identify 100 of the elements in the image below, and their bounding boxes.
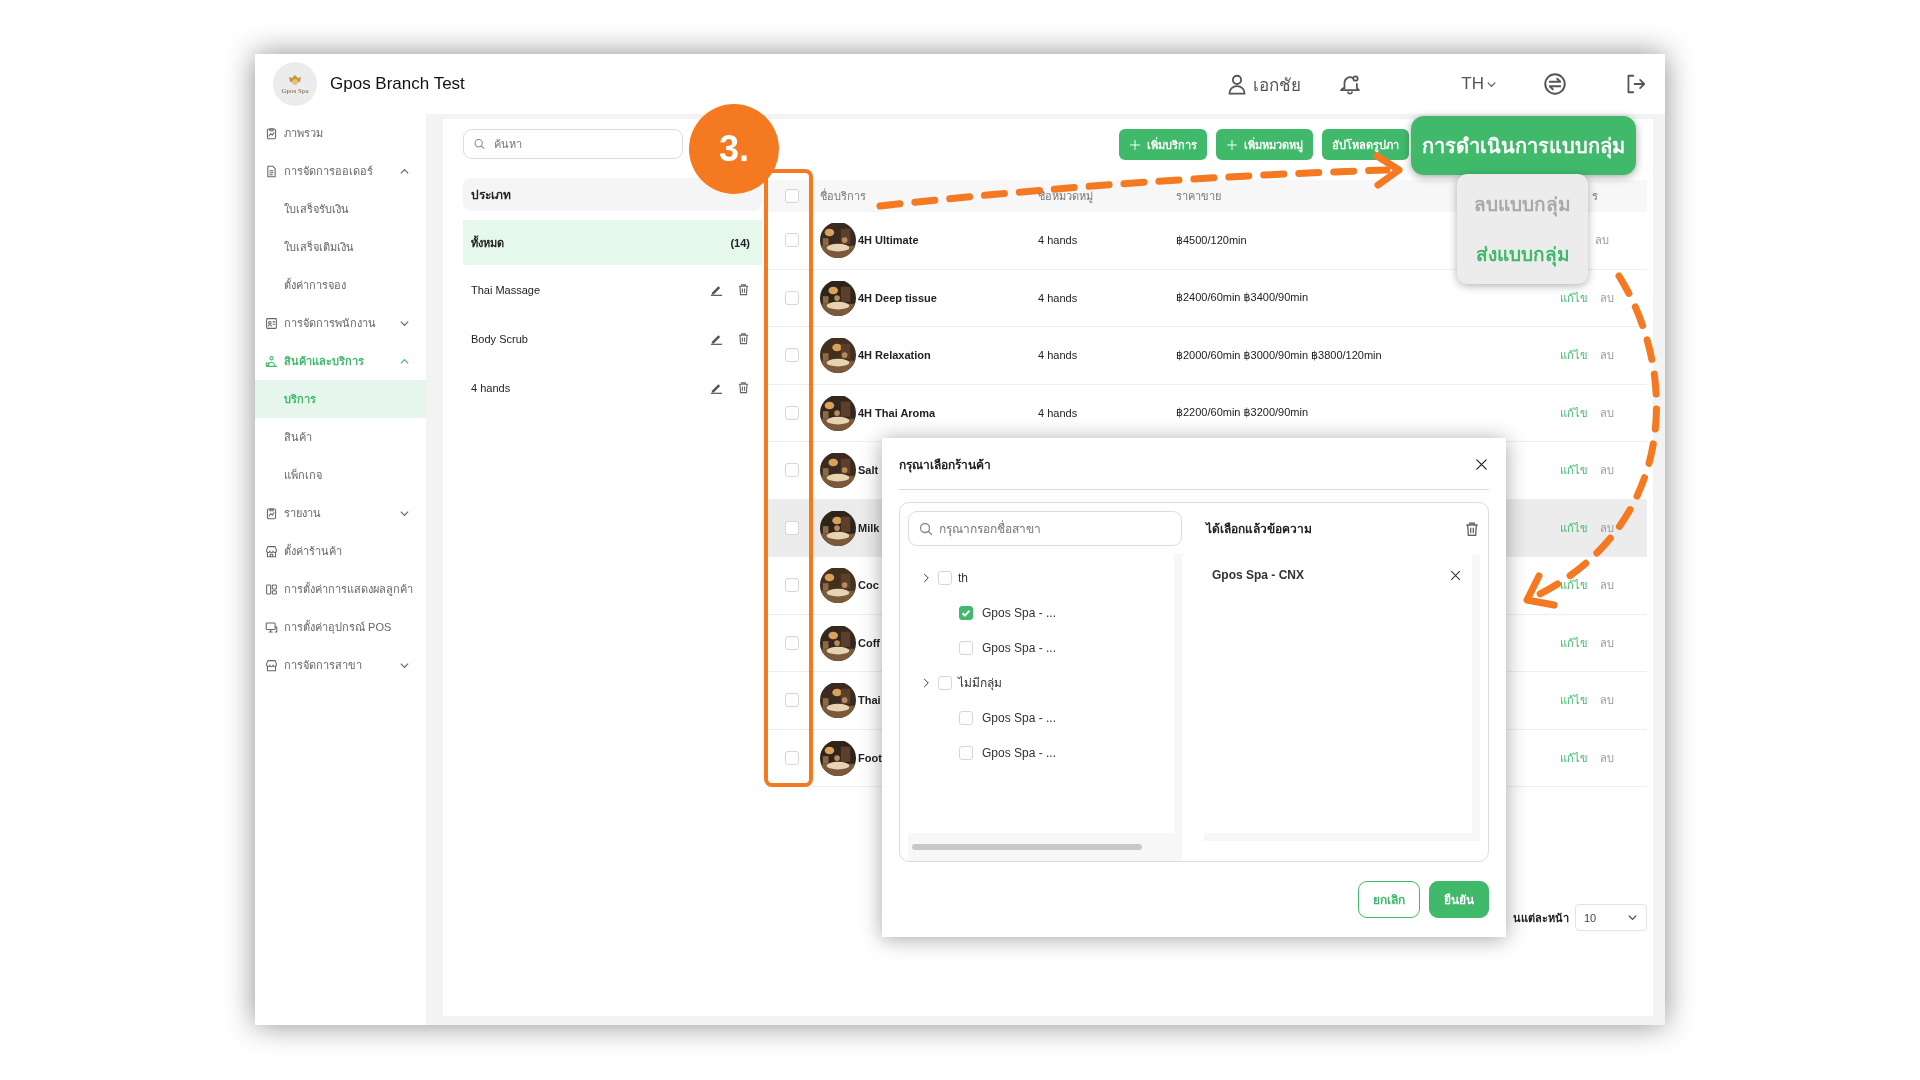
- delete-link[interactable]: ลบ: [1600, 518, 1614, 537]
- sidebar-item[interactable]: ตั้งค่าร้านค้า: [255, 532, 426, 570]
- checkbox[interactable]: [784, 578, 799, 593]
- toolbar-button[interactable]: เพิ่มบริการ: [1119, 129, 1207, 160]
- sidebar-item[interactable]: การตั้งค่าการแสดงผลลูกค้า: [255, 570, 426, 608]
- category-label: 4 hands: [471, 381, 512, 394]
- category-item[interactable]: ทั้งหมด (14): [463, 220, 762, 265]
- edit-icon[interactable]: [710, 283, 723, 296]
- tree-label: ไม่มีกลุ่ม: [958, 675, 1002, 692]
- language-selector[interactable]: TH: [1461, 74, 1497, 94]
- clear-all-icon[interactable]: [1464, 520, 1480, 537]
- delete-link[interactable]: ลบ: [1600, 748, 1614, 767]
- checkbox[interactable]: [938, 570, 952, 585]
- selected-branch: Gpos Spa - CNX: [1212, 568, 1304, 582]
- search-icon: [918, 520, 934, 537]
- edit-link[interactable]: แก้ไข: [1560, 576, 1588, 595]
- table-cell: ฿2400/60min ฿3400/90min: [1176, 291, 1309, 304]
- edit-link[interactable]: แก้ไข: [1560, 346, 1588, 365]
- checkbox[interactable]: [959, 745, 973, 760]
- service-name: Coc: [858, 579, 879, 592]
- table-cell: ฿2200/60min ฿3200/90min: [1176, 406, 1309, 419]
- edit-link[interactable]: แก้ไข: [1560, 403, 1588, 422]
- service-name: Coff: [858, 636, 880, 649]
- checkbox[interactable]: [959, 710, 973, 725]
- sidebar-subitem[interactable]: ใบเสร็จเติมเงิน: [255, 228, 426, 266]
- sidebar-item[interactable]: รายงาน: [255, 494, 426, 532]
- page-size-label: นแต่ละหน้า: [1513, 910, 1569, 926]
- toolbar-button[interactable]: เพิ่มหมวดหมู่: [1216, 129, 1313, 160]
- bell-icon: [1339, 73, 1362, 95]
- edit-link[interactable]: แก้ไข: [1560, 748, 1588, 767]
- delete-link[interactable]: ลบ: [1600, 576, 1614, 595]
- checkbox[interactable]: [959, 640, 973, 655]
- confirm-button[interactable]: ยืนยัน: [1429, 881, 1489, 918]
- swap-icon: [1543, 72, 1567, 96]
- sidebar-subitem[interactable]: ใบเสร็จรับเงิน: [255, 190, 426, 228]
- checkbox[interactable]: [784, 463, 799, 478]
- sidebar-item[interactable]: การตั้งค่าอุปกรณ์ POS: [255, 608, 426, 646]
- category-item[interactable]: Thai Massage: [463, 265, 762, 314]
- sidebar-subitem[interactable]: สินค้า: [255, 418, 426, 456]
- delete-link[interactable]: ลบ: [1600, 461, 1614, 480]
- tree-label: Gpos Spa - ...: [982, 605, 1057, 620]
- sidebar-subitem[interactable]: ตั้งค่าการจอง: [255, 266, 426, 304]
- edit-icon[interactable]: [710, 381, 723, 394]
- category-item[interactable]: Body Scrub: [463, 314, 762, 363]
- checkbox[interactable]: [784, 405, 799, 420]
- checkbox[interactable]: [784, 635, 799, 650]
- table-cell: 4 hands: [1038, 406, 1078, 419]
- checkbox[interactable]: [938, 675, 952, 690]
- checkbox[interactable]: [784, 290, 799, 305]
- sidebar-item[interactable]: ภาพรวม: [255, 114, 426, 152]
- scrollbar-thumb[interactable]: [912, 844, 1142, 850]
- edit-link[interactable]: แก้ไข: [1560, 518, 1588, 537]
- edit-link[interactable]: แก้ไข: [1560, 633, 1588, 652]
- delete-link[interactable]: ลบ: [1600, 288, 1614, 307]
- delete-icon[interactable]: [737, 332, 750, 345]
- checkbox[interactable]: [784, 750, 799, 765]
- sidebar-item[interactable]: การจัดการออเดอร์: [255, 152, 426, 190]
- chevron-down-icon: [1627, 912, 1638, 923]
- user-menu[interactable]: เอกชัย: [1226, 70, 1302, 98]
- select-all-checkbox[interactable]: [784, 189, 799, 203]
- checkbox[interactable]: [959, 605, 973, 620]
- cancel-button[interactable]: ยกเลิก: [1358, 881, 1420, 918]
- sidebar-item[interactable]: สินค้าและบริการ: [255, 342, 426, 380]
- item-count: (14): [730, 236, 750, 249]
- checkbox[interactable]: [784, 348, 799, 363]
- toolbar-button[interactable]: อัปโหลดรูปภา: [1322, 129, 1409, 160]
- edit-icon[interactable]: [710, 332, 723, 345]
- sidebar-item[interactable]: การจัดการพนักงาน: [255, 304, 426, 342]
- delete-link[interactable]: ลบ: [1600, 346, 1614, 365]
- delete-link[interactable]: ลบ: [1600, 633, 1614, 652]
- remove-icon: [1449, 568, 1462, 582]
- delete-icon[interactable]: [737, 283, 750, 296]
- edit-link[interactable]: แก้ไข: [1560, 461, 1588, 480]
- page-size-select[interactable]: 10: [1575, 904, 1647, 931]
- search-field[interactable]: กรุณากรอกชื่อสาขา: [908, 511, 1182, 546]
- delete-link[interactable]: ลบ: [1600, 691, 1614, 710]
- service-name: 4H Ultimate: [858, 234, 919, 247]
- edit-link[interactable]: แก้ไข: [1560, 691, 1588, 710]
- category-item[interactable]: 4 hands: [463, 363, 762, 412]
- search-field[interactable]: ค้นหา: [463, 129, 683, 159]
- service-name: 4H Relaxation: [858, 349, 931, 362]
- menu-item[interactable]: ส่งแบบกลุ่ม: [1475, 239, 1570, 269]
- person-product-icon: [265, 354, 278, 368]
- checkbox[interactable]: [784, 520, 799, 535]
- monitor-icon: [265, 620, 278, 634]
- delete-link[interactable]: ลบ: [1595, 231, 1609, 250]
- sidebar-subitem[interactable]: แพ็กเกจ: [255, 456, 426, 494]
- dialog-title: กรุณาเลือกร้านค้า: [899, 457, 991, 474]
- column-header: ราคาขาย: [1176, 190, 1221, 202]
- delete-link[interactable]: ลบ: [1600, 403, 1614, 422]
- delete-icon[interactable]: [737, 381, 750, 394]
- sidebar-item[interactable]: การจัดการสาขา: [255, 646, 426, 684]
- checkbox[interactable]: [784, 233, 799, 248]
- edit-link[interactable]: แก้ไข: [1560, 288, 1588, 307]
- bulk-action-button[interactable]: การดำเนินการแบบกลุ่ม: [1411, 116, 1636, 175]
- checkbox[interactable]: [784, 693, 799, 708]
- logout-icon: [1625, 73, 1647, 95]
- sidebar-subitem[interactable]: บริการ: [255, 380, 426, 418]
- service-name: Milk: [858, 521, 880, 534]
- store-icon: [265, 544, 278, 558]
